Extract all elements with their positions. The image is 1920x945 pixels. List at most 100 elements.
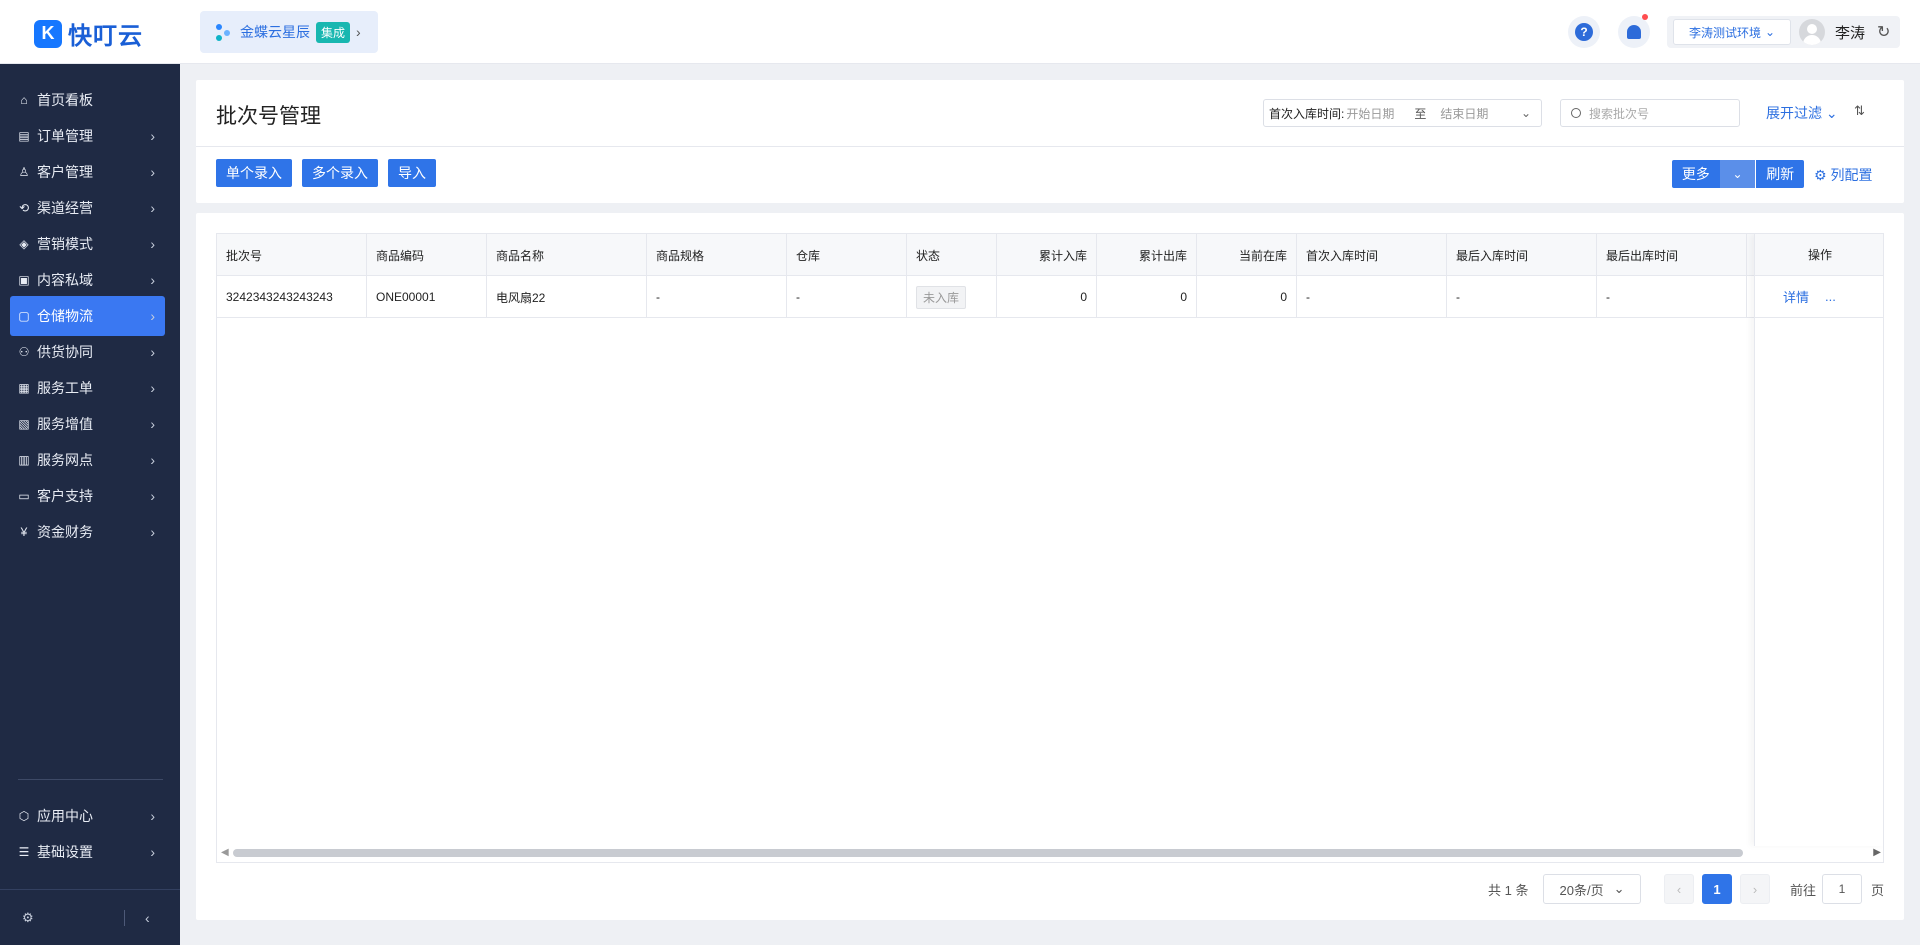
more-actions-link[interactable]: ... (1825, 289, 1836, 304)
tag-icon: ◈ (19, 237, 29, 251)
environment-label: 李涛测试环境 (1688, 25, 1761, 40)
avatar[interactable] (1799, 19, 1825, 45)
goto-page-input[interactable]: 1 (1822, 874, 1862, 904)
page-size-select[interactable]: 20条/页 ⌄ (1543, 874, 1641, 904)
sidebar-item-label: 客户管理 (37, 164, 93, 180)
sort-icon[interactable]: ⇅ (1854, 103, 1865, 119)
chevron-down-icon: ⌄ (1825, 105, 1838, 121)
sidebar: ⚙ ‹ ⌂ 首页看板 ▤ 订单管理 › ♙ 客户管理 › ⟲ 渠道经营 › ◈ 营销模式 › ▣ 内容私域 › ▢… (0, 64, 180, 945)
table-header: 批次号 商品编码 商品名称 商品规格 仓库 状态 累计入库 累计出库 当前在库 首次入库时间 最后入… (217, 234, 1883, 276)
table-row[interactable]: 3242343243243243 ONE00001 电风扇22- - 未入库 0 0 0- - - (217, 276, 1883, 318)
detail-link[interactable]: 详情 (1783, 287, 1809, 306)
sidebar-item-label: 仓储物流 (37, 308, 93, 324)
table-panel: 批次号 商品编码 商品名称 商品规格 仓库 状态 累计入库 累计出库 当前在库 首次入库时间 最后入… (196, 213, 1904, 920)
single-entry-button[interactable]: 单个录入 (216, 159, 292, 187)
cell-spec: - (647, 276, 787, 318)
chevron-right-icon: › (150, 128, 155, 144)
chevron-left-icon: ‹ (1676, 881, 1682, 897)
column-header-warehouse[interactable]: 仓库 (787, 234, 907, 276)
page-1-button[interactable]: 1 (1702, 874, 1732, 904)
column-header-spec[interactable]: 商品规格 (647, 234, 787, 276)
date-range-separator: 至 (1414, 106, 1427, 121)
batch-search-input[interactable]: 搜索批次号 (1560, 99, 1740, 127)
environment-select[interactable]: 李涛测试环境 ⌄ (1673, 19, 1791, 45)
chevron-right-icon: › (150, 524, 155, 540)
channel-icon: ⟲ (18, 201, 30, 215)
next-page-button[interactable]: › (1740, 874, 1770, 904)
sidebar-item-support[interactable]: ▭ 客户支持 › (10, 476, 165, 516)
scrollbar-thumb[interactable] (233, 849, 1743, 857)
sidebar-item-supply[interactable]: ⚇ 供货协同 › (10, 332, 165, 372)
sidebar-item-order[interactable]: ▤ 订单管理 › (10, 116, 165, 156)
sidebar-item-app-center[interactable]: ⬡ 应用中心 › (10, 796, 165, 836)
chevron-right-icon: › (150, 844, 155, 860)
scroll-left-icon[interactable]: ◀ (221, 847, 229, 858)
refresh-icon[interactable]: ↻ (1877, 22, 1890, 42)
sidebar-item-tag[interactable]: ◈ 营销模式 › (10, 224, 165, 264)
yuan-icon: ¥ (20, 525, 28, 539)
user-icon: ♙ (18, 165, 30, 179)
sidebar-item-store[interactable]: ▥ 服务网点 › (10, 440, 165, 480)
column-header-total-out[interactable]: 累计出库 (1097, 234, 1197, 276)
multi-entry-button[interactable]: 多个录入 (302, 159, 378, 187)
column-header-in-stock[interactable]: 当前在库 (1197, 234, 1297, 276)
chevron-right-icon: › (150, 164, 155, 180)
column-header-batch-no[interactable]: 批次号 (217, 234, 367, 276)
chevron-right-icon: › (150, 808, 155, 824)
gear-icon[interactable]: ⚙ (22, 910, 34, 926)
sidebar-item-user[interactable]: ♙ 客户管理 › (10, 152, 165, 192)
page-title: 批次号管理 (216, 105, 321, 128)
integration-switcher[interactable]: 金蝶云星辰 集成 › (200, 11, 378, 53)
sidebar-item-ticket[interactable]: ▦ 服务工单 › (10, 368, 165, 408)
chevron-down-icon: ⌄ (1764, 25, 1776, 39)
status-badge: 未入库 (916, 285, 967, 309)
more-dropdown-button[interactable]: ⌄ (1719, 160, 1756, 188)
chevron-right-icon: › (150, 488, 155, 504)
column-header-product-code[interactable]: 商品编码 (367, 234, 487, 276)
column-header-last-out-time[interactable]: 最后出库时间 (1597, 234, 1747, 276)
prev-page-button[interactable]: ‹ (1664, 874, 1694, 904)
ticket-icon: ▦ (18, 381, 30, 395)
cell-in-stock: 0 (1197, 276, 1297, 318)
expand-filter-button[interactable]: 展开过滤 ⌄ (1766, 103, 1838, 123)
sidebar-item-label: 服务增值 (37, 416, 93, 432)
sidebar-item-yuan[interactable]: ¥ 资金财务 › (10, 512, 165, 552)
app-center-icon: ⬡ (18, 809, 30, 823)
column-config-button[interactable]: ⚙ 列配置 (1814, 165, 1872, 185)
scroll-right-icon[interactable]: ▶ (1873, 847, 1881, 858)
column-header-total-in[interactable]: 累计入库 (997, 234, 1097, 276)
sidebar-item-label: 营销模式 (37, 236, 93, 252)
import-button[interactable]: 导入 (388, 159, 436, 187)
column-header-first-in-time[interactable]: 首次入库时间 (1297, 234, 1447, 276)
sidebar-item-settings-list[interactable]: ☰ 基础设置 › (10, 832, 165, 872)
sidebar-item-warehouse[interactable]: ▢ 仓储物流 › (10, 296, 165, 336)
app-logo[interactable]: K 快叮云 (34, 16, 143, 51)
store-icon: ▥ (18, 453, 30, 467)
warehouse-icon: ▢ (18, 309, 30, 323)
chevron-right-icon: › (150, 380, 155, 396)
more-actions-group: 更多 ⌄ 刷新 (1672, 160, 1805, 188)
sidebar-footer: ⚙ ‹ (0, 889, 180, 945)
sidebar-item-channel[interactable]: ⟲ 渠道经营 › (10, 188, 165, 228)
refresh-button[interactable]: 刷新 (1756, 160, 1805, 188)
column-header-product-name[interactable]: 商品名称 (487, 234, 647, 276)
home-icon: ⌂ (20, 93, 28, 107)
chevron-right-icon: › (150, 236, 155, 252)
column-header-status[interactable]: 状态 (907, 234, 997, 276)
notification-button[interactable] (1618, 14, 1650, 48)
sidebar-item-bag[interactable]: ▧ 服务增值 › (10, 404, 165, 444)
horizontal-scrollbar[interactable]: ◀ ▶ (217, 844, 1883, 862)
sidebar-item-home[interactable]: ⌂ 首页看板 (10, 80, 165, 120)
column-header-last-in-time[interactable]: 最后入库时间 (1447, 234, 1597, 276)
date-end-input[interactable]: 结束日期 (1440, 105, 1488, 122)
gear-icon: ⚙ (1814, 167, 1831, 183)
date-start-input[interactable]: 开始日期 (1346, 105, 1394, 122)
support-icon: ▭ (18, 489, 30, 503)
collapse-sidebar-icon[interactable]: ‹ (145, 910, 150, 926)
user-name[interactable]: 李涛 (1835, 22, 1865, 43)
help-button[interactable]: ? (1568, 16, 1600, 48)
sidebar-item-image[interactable]: ▣ 内容私域 › (10, 260, 165, 300)
more-button[interactable]: 更多 (1672, 160, 1720, 188)
cell-warehouse: - (787, 276, 907, 318)
first-inbound-date-range[interactable]: 首次入库时间: 开始日期 至 结束日期 ⌄ (1263, 99, 1542, 127)
